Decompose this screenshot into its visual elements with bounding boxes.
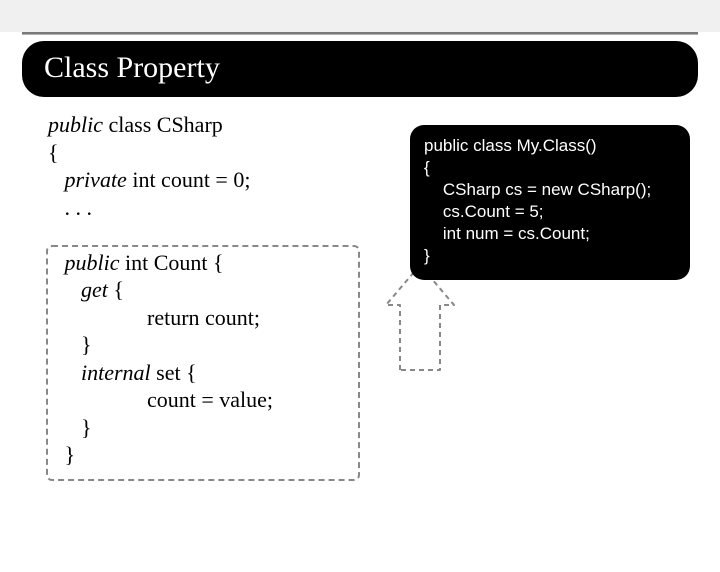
code-text: } (48, 442, 75, 467)
code-block-right: public class My.Class() { CSharp cs = ne… (410, 125, 690, 280)
code-text: count = value; (48, 387, 273, 412)
kw-get: get (48, 277, 108, 302)
code-text: cs.Count = 5; (424, 202, 544, 221)
code-text: { (108, 277, 124, 302)
code-text: int num = cs.Count; (424, 224, 590, 243)
code-text: int count = 0; (127, 167, 251, 192)
kw-public-2: public (48, 250, 120, 275)
code-text: CSharp cs = new CSharp(); (424, 180, 651, 199)
kw-private: private (48, 167, 127, 192)
kw-public-1: public (48, 112, 103, 137)
kw-internal: internal (48, 360, 151, 385)
code-text: return count; (48, 305, 260, 330)
code-text: { (424, 158, 430, 177)
code-text: } (48, 415, 92, 440)
code-text: } (424, 246, 430, 265)
code-text: } (48, 332, 92, 357)
code-text: { (48, 140, 59, 165)
code-text: set { (151, 360, 197, 385)
code-text: public class My.Class() (424, 136, 597, 155)
top-rule (22, 32, 698, 35)
code-text: . . . (48, 195, 92, 220)
code-text: class CSharp (103, 112, 223, 137)
content-area: public class CSharp { private int count … (0, 97, 720, 469)
code-text: int Count { (120, 250, 224, 275)
slide-title: Class Property (22, 41, 698, 97)
slide: Class Property public class CSharp { pri… (0, 32, 720, 572)
